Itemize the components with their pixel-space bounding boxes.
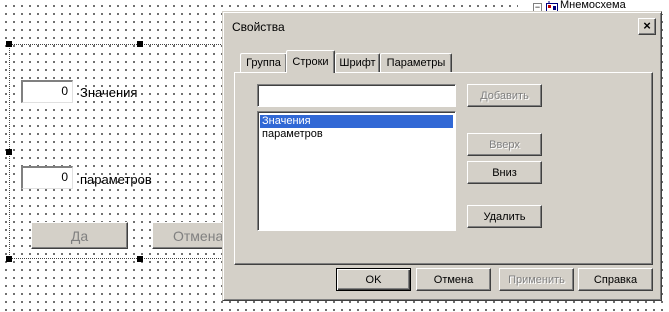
help-button[interactable]: Справка (578, 268, 653, 291)
string-input[interactable] (257, 84, 456, 107)
params-label: параметров (80, 172, 152, 187)
close-button[interactable]: × (638, 18, 656, 35)
selection-handle[interactable] (137, 41, 143, 47)
list-item[interactable]: параметров (260, 128, 453, 141)
params-number-field[interactable]: 0 (21, 166, 73, 189)
close-icon: × (643, 18, 651, 33)
dialog-titlebar[interactable]: Свойства × (226, 15, 658, 39)
ok-button[interactable]: OK (336, 268, 411, 291)
move-up-button[interactable]: Вверх (467, 133, 542, 156)
canvas-cancel-button[interactable]: Отмена (152, 222, 232, 249)
selection-handle[interactable] (6, 41, 12, 47)
apply-button[interactable]: Применить (499, 268, 574, 291)
selection-handle[interactable] (137, 256, 143, 262)
properties-dialog: Свойства × Группа Строки Шрифт Параметры… (222, 11, 662, 301)
tree-item-label[interactable]: Мнемосхема (560, 0, 626, 11)
tab-group[interactable]: Группа (240, 53, 287, 72)
cancel-button[interactable]: Отмена (416, 268, 491, 291)
tab-strings[interactable]: Строки (286, 50, 335, 73)
dialog-title: Свойства (232, 20, 285, 34)
move-down-button[interactable]: Вниз (467, 161, 542, 184)
selection-handle[interactable] (6, 256, 12, 262)
list-item[interactable]: Значения (260, 115, 453, 128)
add-button[interactable]: Добавить (467, 84, 542, 107)
yes-button[interactable]: Да (31, 222, 128, 249)
tab-parameters[interactable]: Параметры (380, 53, 452, 72)
delete-button[interactable]: Удалить (467, 205, 542, 228)
strings-listbox[interactable]: Значения параметров (257, 111, 456, 231)
selection-handle[interactable] (6, 149, 12, 155)
values-label: Значения (80, 85, 138, 100)
tab-font[interactable]: Шрифт (335, 53, 380, 72)
values-number-field[interactable]: 0 (21, 80, 73, 103)
